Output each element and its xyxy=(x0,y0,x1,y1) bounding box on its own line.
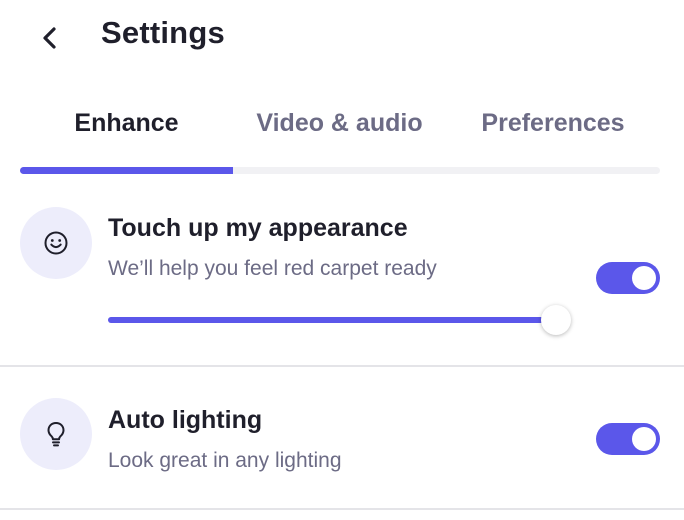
lightbulb-icon xyxy=(47,422,65,447)
slider-fill xyxy=(108,317,548,323)
header: Settings xyxy=(0,0,684,76)
smiley-face-icon xyxy=(44,231,68,255)
slider-thumb[interactable] xyxy=(541,305,571,335)
touch-up-level-slider[interactable] xyxy=(108,305,571,335)
auto-lighting-icon-badge xyxy=(20,398,92,470)
tab-enhance[interactable]: Enhance xyxy=(20,100,233,146)
tab-bar: Enhance Video & audio Preferences xyxy=(20,100,660,176)
chevron-left-icon xyxy=(43,27,56,49)
auto-lighting-toggle[interactable] xyxy=(596,423,660,455)
auto-lighting-title: Auto lighting xyxy=(108,406,263,434)
page-title: Settings xyxy=(101,15,225,50)
section-divider xyxy=(0,365,684,367)
active-tab-indicator xyxy=(20,167,233,174)
auto-lighting-subtitle: Look great in any lighting xyxy=(108,449,342,472)
tab-preferences[interactable]: Preferences xyxy=(446,100,660,146)
back-button[interactable] xyxy=(30,18,70,58)
settings-page: Settings Enhance Video & audio Preferenc… xyxy=(0,0,684,520)
touch-up-icon-badge xyxy=(20,207,92,279)
tab-video-audio[interactable]: Video & audio xyxy=(233,100,446,146)
toggle-knob xyxy=(632,427,656,451)
touch-up-subtitle: We’ll help you feel red carpet ready xyxy=(108,257,437,280)
toggle-knob xyxy=(632,266,656,290)
touch-up-toggle[interactable] xyxy=(596,262,660,294)
section-divider xyxy=(0,508,684,510)
touch-up-title: Touch up my appearance xyxy=(108,214,408,242)
